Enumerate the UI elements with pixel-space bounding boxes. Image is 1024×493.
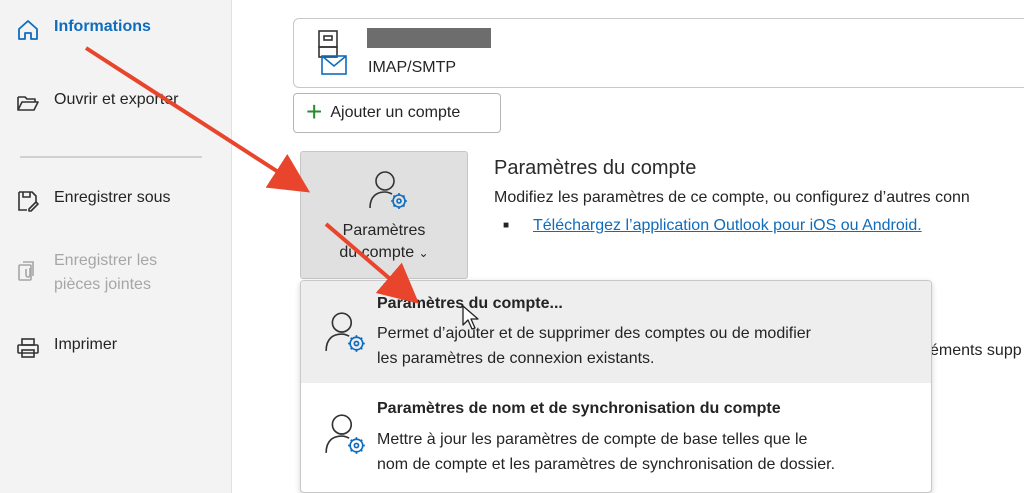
redacted-account-name (367, 28, 491, 48)
folder-open-icon (17, 96, 39, 111)
chevron-down-icon: ⌄ (418, 246, 429, 260)
sidebar-item-label: Enregistrer les (54, 252, 158, 269)
save-as-icon (18, 191, 39, 212)
menu-item-name-sync-settings[interactable]: Paramètres de nom et de synchronisation … (301, 383, 931, 492)
sidebar-item-label: Imprimer (54, 336, 118, 353)
sidebar-item-ouvrir-exporter[interactable]: Ouvrir et exporter (16, 91, 178, 115)
mouse-cursor-icon (462, 305, 479, 330)
sidebar-divider (20, 156, 202, 158)
attachments-icon (18, 261, 34, 281)
bullet-icon: ■ (503, 220, 510, 231)
sidebar-item-informations[interactable]: Informations (16, 18, 151, 42)
sidebar-item-label: Enregistrer sous (54, 189, 171, 206)
printer-icon (17, 338, 39, 358)
sidebar-item-label: Ouvrir et exporter (54, 91, 179, 108)
menu-item-desc: nom de compte et les paramètres de synch… (377, 456, 836, 473)
sidebar-item-label: Informations (54, 18, 151, 35)
account-settings-icon (325, 312, 365, 352)
partial-text: éments supp (930, 342, 1022, 359)
sidebar-item-enregistrer-sous[interactable]: Enregistrer sous (16, 189, 171, 213)
account-settings-button[interactable]: Paramètres du compte ⌄ (300, 151, 468, 279)
menu-item-title: Paramètres de nom et de synchronisation … (377, 400, 781, 417)
menu-item-account-settings[interactable]: Paramètres du compte... Permet d’ajouter… (301, 281, 931, 383)
settings-tile-label-line2: du compte (339, 244, 415, 261)
sidebar: Informations Ouvrir et exporter Enregist… (0, 0, 232, 493)
account-settings-icon (369, 171, 407, 209)
add-account-label: Ajouter un compte (330, 104, 461, 121)
download-outlook-link[interactable]: Téléchargez l’application Outlook pour i… (533, 217, 922, 235)
add-account-button[interactable]: + Ajouter un compte (293, 93, 501, 133)
section-title: Paramètres du compte (494, 157, 697, 179)
section-description: Modifiez les paramètres de ce compte, ou… (494, 189, 970, 206)
account-settings-dropdown: Paramètres du compte... Permet d’ajouter… (300, 280, 932, 493)
menu-item-desc: les paramètres de connexion existants. (377, 350, 655, 367)
account-type: IMAP/SMTP (368, 59, 457, 76)
mailbox-icon (318, 30, 347, 75)
plus-icon: + (306, 96, 323, 127)
settings-tile-label-line1: Paramètres (342, 222, 426, 239)
sidebar-item-enregistrer-pieces-jointes: Enregistrer les pièces jointes (16, 249, 157, 297)
sidebar-item-imprimer[interactable]: Imprimer (16, 336, 117, 360)
menu-item-desc: Mettre à jour les paramètres de compte d… (377, 431, 808, 448)
account-settings-icon (325, 414, 365, 454)
menu-item-desc: Permet d’ajouter et de supprimer des com… (377, 325, 811, 342)
sidebar-item-label: pièces jointes (54, 276, 151, 293)
home-icon (18, 20, 38, 40)
